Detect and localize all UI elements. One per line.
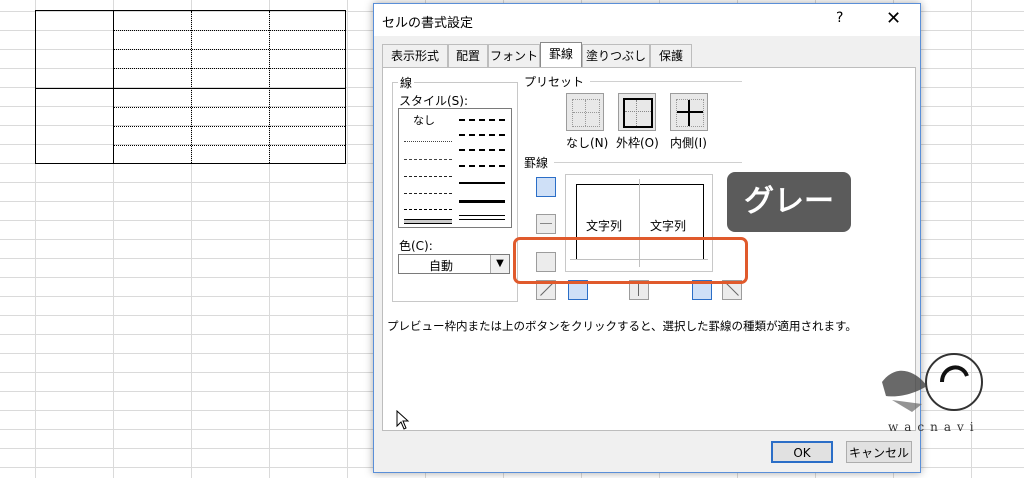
preset-none-icon — [572, 99, 600, 127]
close-button[interactable]: ✕ — [886, 8, 901, 29]
preset-inside-icon — [676, 99, 704, 127]
line-style-thick[interactable] — [459, 200, 505, 203]
line-style-medium-dash-dot[interactable] — [459, 149, 505, 151]
chevron-down-icon[interactable]: ▼ — [490, 255, 509, 273]
bordered-table — [35, 10, 346, 164]
ok-button[interactable]: OK — [771, 441, 833, 463]
preview-text-left: 文字列 — [586, 219, 623, 233]
preset-none-button[interactable] — [566, 93, 604, 131]
hint-text: プレビュー枠内または上のボタンをクリックすると、選択した罫線の種類が適用されます… — [387, 319, 857, 333]
preset-none-label: なし(N) — [566, 136, 609, 150]
preset-outline-button[interactable] — [618, 93, 656, 131]
color-label: 色(C): — [399, 239, 433, 253]
line-style-dashed[interactable] — [404, 209, 452, 210]
watermark-text: wacnavi — [888, 420, 980, 434]
preset-outline-label: 外枠(O) — [616, 136, 659, 150]
tab-number[interactable]: 表示形式 — [382, 44, 448, 67]
help-button[interactable]: ? — [836, 10, 843, 26]
tab-font[interactable]: フォント — [488, 44, 540, 67]
preset-inside-label: 内側(I) — [670, 136, 707, 150]
title-bar: セルの書式設定 ? ✕ — [374, 4, 920, 36]
tab-border[interactable]: 罫線 — [540, 42, 582, 68]
preset-divider — [590, 81, 742, 82]
line-style-list[interactable]: なし — [398, 108, 512, 228]
dialog-title: セルの書式設定 — [382, 16, 474, 31]
border-top-button[interactable] — [536, 177, 556, 197]
line-style-double[interactable] — [459, 215, 505, 220]
line-style-medium[interactable] — [459, 182, 505, 184]
tab-protection[interactable]: 保護 — [650, 44, 692, 67]
style-label: スタイル(S): — [399, 94, 469, 108]
color-dropdown[interactable]: 自動 ▼ — [398, 254, 510, 274]
line-style-dotted[interactable] — [404, 141, 452, 142]
line-heading: 線 — [398, 74, 415, 91]
tab-alignment[interactable]: 配置 — [448, 44, 488, 67]
line-style-medium-dash[interactable] — [459, 119, 505, 121]
border-heading: 罫線 — [524, 156, 549, 170]
line-style-thin-selected[interactable] — [404, 219, 452, 224]
preset-inside-button[interactable] — [670, 93, 708, 131]
cancel-button[interactable]: キャンセル — [846, 441, 912, 463]
highlight-rectangle — [513, 237, 748, 284]
line-style-slanted-dash[interactable] — [459, 134, 505, 136]
preset-outline-icon — [623, 98, 653, 128]
line-style-dash-dot-dot[interactable] — [404, 176, 452, 177]
line-style-none[interactable]: なし — [413, 112, 435, 128]
mouse-cursor-icon — [396, 410, 410, 430]
line-style-dash-dot[interactable] — [404, 193, 452, 194]
line-style-dash[interactable] — [404, 159, 452, 160]
border-divider — [554, 162, 742, 163]
border-middle-button[interactable] — [536, 214, 556, 234]
gray-annotation-badge: グレー — [727, 172, 851, 232]
preview-text-right: 文字列 — [650, 219, 687, 233]
tab-fill[interactable]: 塗りつぶし — [582, 44, 650, 67]
color-value: 自動 — [429, 259, 454, 273]
line-style-medium-dash-dot-dot[interactable] — [459, 165, 505, 167]
preset-heading: プリセット — [524, 75, 585, 89]
